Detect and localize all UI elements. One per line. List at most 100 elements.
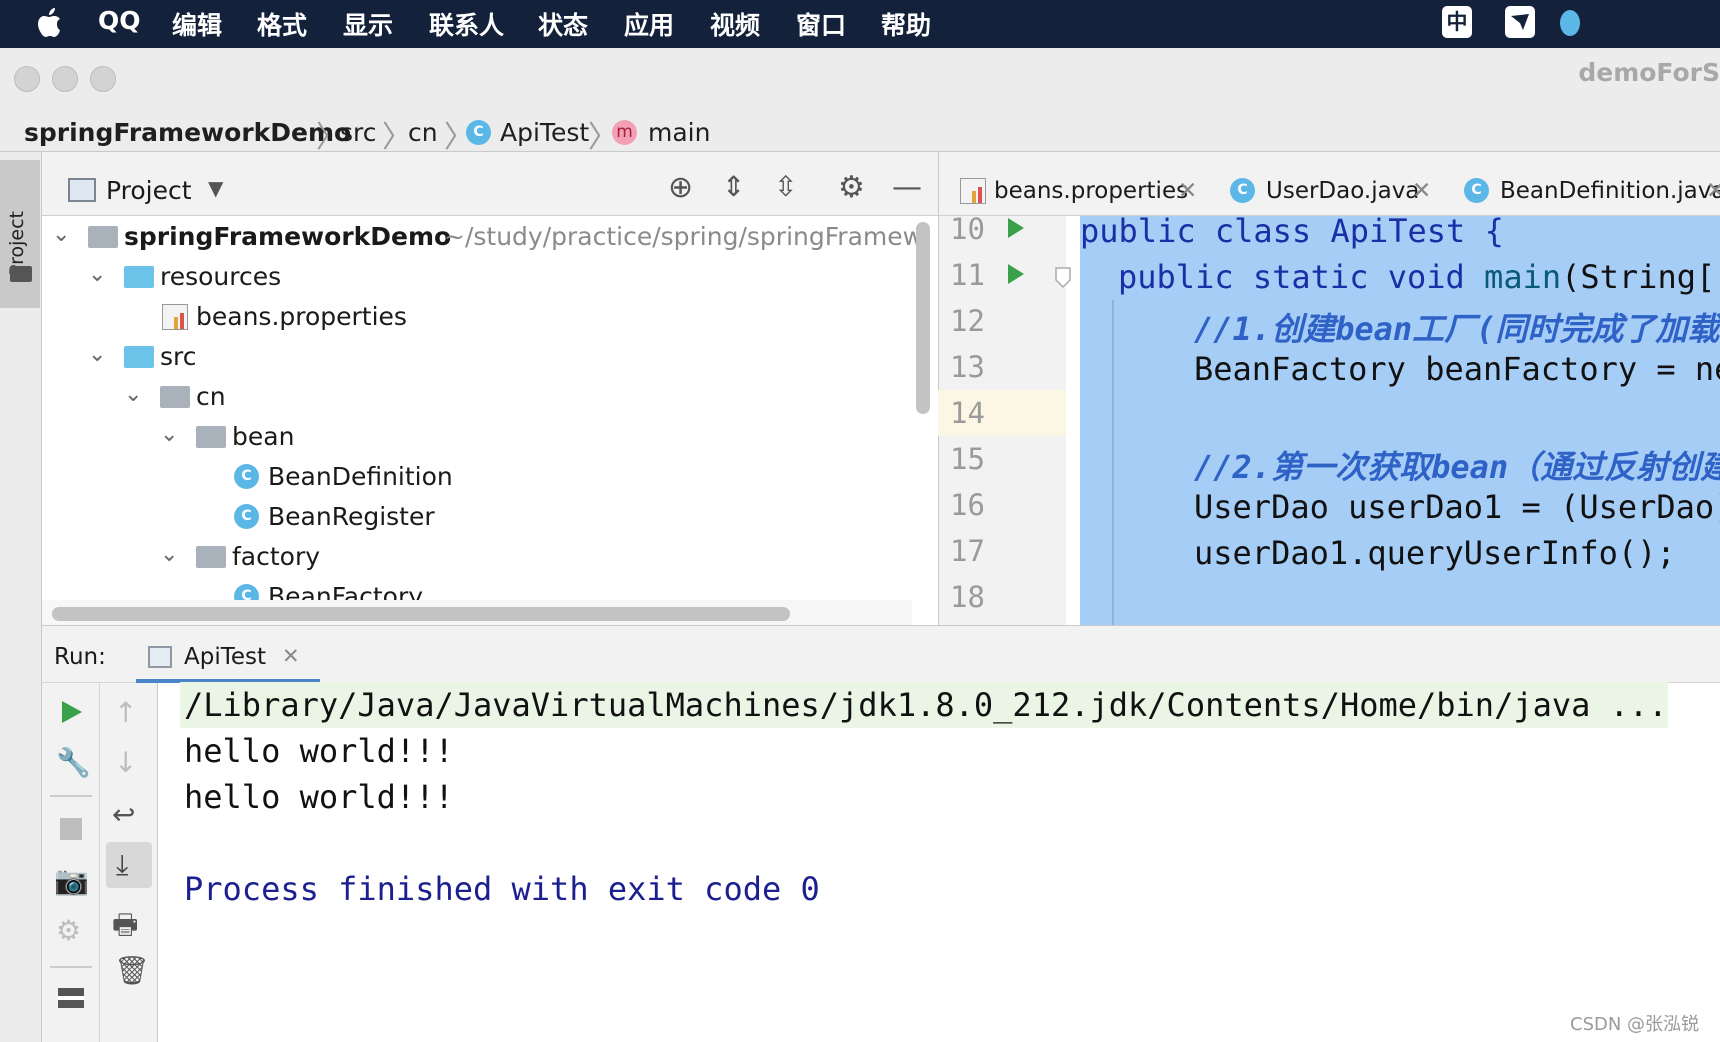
line-number: 11 (950, 258, 985, 292)
collapse-all-icon[interactable]: ⇳ (774, 170, 797, 203)
layout-icon[interactable] (58, 988, 84, 1008)
tree-item-bean-factory[interactable]: BeanFactory (268, 582, 423, 600)
breadcrumb-method[interactable]: main (648, 118, 710, 147)
project-tool-window-tab[interactable]: Project (0, 160, 40, 308)
stop-icon[interactable] (60, 818, 82, 840)
code-token: main (1484, 258, 1562, 296)
line-number: 17 (950, 534, 985, 568)
line-number: 10 (950, 212, 985, 246)
folder-icon (10, 266, 32, 282)
menu-qq[interactable]: QQ (98, 6, 141, 35)
project-panel-title[interactable]: Project (106, 176, 192, 205)
close-window-button[interactable] (14, 66, 40, 92)
tree-item-factory[interactable]: factory (232, 542, 320, 571)
trash-icon[interactable]: 🗑 (114, 954, 150, 987)
code-token: public static void (1118, 258, 1485, 296)
tree-item-beans-properties[interactable]: beans.properties (196, 302, 407, 331)
tree-item-src[interactable]: src (160, 342, 197, 371)
chevron-down-icon[interactable]: ⌄ (160, 422, 178, 447)
menu-window[interactable]: 窗口 (796, 6, 846, 42)
chevron-down-icon[interactable]: ⌄ (88, 342, 106, 367)
arrow-up-icon[interactable]: ↑ (114, 696, 137, 729)
arrow-down-icon[interactable]: ↓ (114, 746, 137, 779)
mac-menubar: QQ 编辑 格式 显示 联系人 状态 应用 视频 窗口 帮助 中 (0, 0, 1720, 48)
close-icon[interactable]: ✕ (1412, 178, 1431, 204)
package-folder-icon (160, 386, 190, 408)
wrench-icon[interactable]: 🔧 (56, 746, 91, 779)
input-method-indicator[interactable]: 中 (1442, 6, 1472, 38)
folder-icon (124, 266, 154, 288)
class-icon: C (1464, 178, 1489, 203)
tree-item-resources[interactable]: resources (160, 262, 281, 291)
chevron-down-icon[interactable]: ▼ (208, 176, 223, 200)
tab-userdao-java[interactable]: UserDao.java (1266, 178, 1419, 204)
toolbar-separator (50, 966, 92, 968)
run-gutter-icon[interactable] (1006, 262, 1026, 286)
locate-crosshair-icon[interactable]: ⊕ (668, 170, 693, 205)
breadcrumb-src[interactable]: src (340, 118, 377, 147)
chevron-down-icon[interactable]: ⌄ (52, 222, 70, 247)
close-icon[interactable]: ✕ (282, 644, 300, 668)
fold-marker-icon[interactable] (1054, 266, 1072, 290)
menu-status[interactable]: 状态 (538, 6, 588, 42)
tree-item-cn[interactable]: cn (196, 382, 226, 411)
class-run-icon: C (466, 120, 491, 145)
package-folder-icon (196, 426, 226, 448)
expand-all-icon[interactable]: ⇕ (722, 170, 745, 203)
menu-apps[interactable]: 应用 (624, 6, 674, 42)
print-icon[interactable]: 🖶 (112, 904, 138, 952)
tree-horizontal-scrollbar[interactable] (52, 607, 790, 621)
status-icon[interactable] (1560, 10, 1580, 36)
code-line-15: //2.第一次获取bean（通过反射创建 (1194, 448, 1720, 486)
tab-beans-properties[interactable]: beans.properties (994, 178, 1188, 204)
zoom-window-button[interactable] (90, 66, 116, 92)
line-number: 14 (950, 396, 985, 430)
console-icon (148, 646, 172, 668)
menu-video[interactable]: 视频 (710, 6, 760, 42)
menu-format[interactable]: 格式 (257, 6, 307, 42)
settings-disabled-icon[interactable]: ⚙ (56, 914, 81, 947)
tree-item-bean-definition[interactable]: BeanDefinition (268, 462, 453, 491)
menu-contacts[interactable]: 联系人 (429, 6, 504, 42)
feedback-icon[interactable] (1505, 6, 1535, 38)
breadcrumb-class[interactable]: ApiTest (500, 118, 589, 147)
indent-guide (1112, 300, 1114, 625)
tree-item-bean-register[interactable]: BeanRegister (268, 502, 435, 531)
chevron-down-icon[interactable]: ⌄ (124, 382, 142, 407)
code-token: (String[] (1561, 258, 1720, 296)
close-icon[interactable]: ✕ (1178, 178, 1197, 204)
console-exit-message: Process finished with exit code 0 (184, 870, 820, 908)
run-tab-apitest[interactable]: ApiTest (184, 644, 266, 670)
chevron-down-icon[interactable]: ⌄ (88, 262, 106, 287)
gear-icon[interactable]: ⚙ (838, 170, 865, 205)
tree-vertical-scrollbar[interactable] (916, 222, 930, 414)
camera-icon[interactable]: 📷 (54, 864, 89, 897)
class-icon: C (234, 464, 259, 489)
menu-help[interactable]: 帮助 (881, 6, 931, 42)
tree-root-path: ~/study/practice/spring/springFramew (444, 222, 924, 251)
tree-item-bean[interactable]: bean (232, 422, 294, 451)
scroll-to-end-toggle[interactable]: ⤓ (106, 842, 152, 888)
rerun-play-icon[interactable] (58, 698, 86, 726)
code-line-16: UserDao userDao1 = (UserDao) (1194, 488, 1720, 526)
tree-item-root[interactable]: springFrameworkDemo (124, 222, 451, 251)
breadcrumb-project[interactable]: springFrameworkDemo (24, 118, 351, 147)
breadcrumb-package[interactable]: cn (408, 118, 438, 147)
menu-view[interactable]: 显示 (343, 6, 393, 42)
chevron-down-icon[interactable]: ⌄ (160, 542, 178, 567)
tab-beandefinition-java[interactable]: BeanDefinition.java (1500, 178, 1720, 204)
console-line-output: hello world!!! (184, 732, 454, 770)
package-folder-icon (196, 546, 226, 568)
run-gutter-icon[interactable] (1006, 216, 1026, 240)
menu-edit[interactable]: 编辑 (172, 6, 222, 42)
code-line-13: BeanFactory beanFactory = ne (1194, 350, 1720, 388)
soft-wrap-icon[interactable]: ↩ (112, 798, 135, 831)
code-line-11: public static void main(String[] (1118, 258, 1720, 296)
folder-icon (124, 346, 154, 368)
minimize-window-button[interactable] (52, 66, 78, 92)
toolbar-separator (50, 795, 92, 797)
apple-logo-icon[interactable] (36, 8, 62, 38)
close-icon[interactable]: ✕ (1706, 178, 1720, 204)
line-number: 12 (950, 304, 985, 338)
hide-panel-icon[interactable]: — (892, 170, 922, 205)
